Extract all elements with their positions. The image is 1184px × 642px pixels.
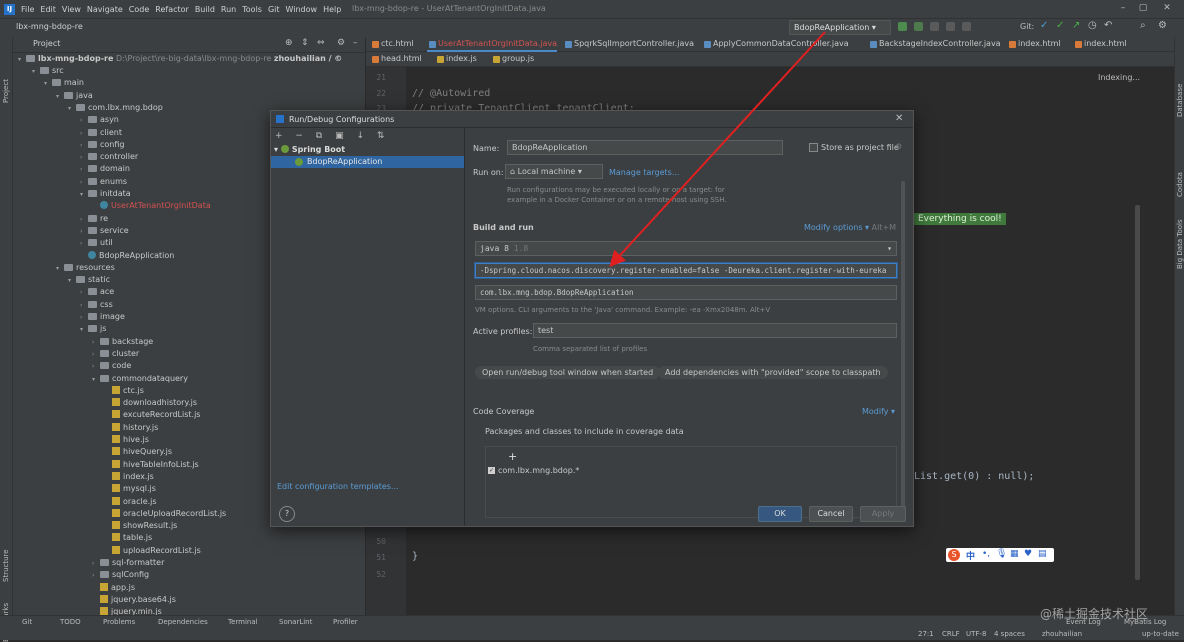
annotation-arrow <box>609 31 826 267</box>
